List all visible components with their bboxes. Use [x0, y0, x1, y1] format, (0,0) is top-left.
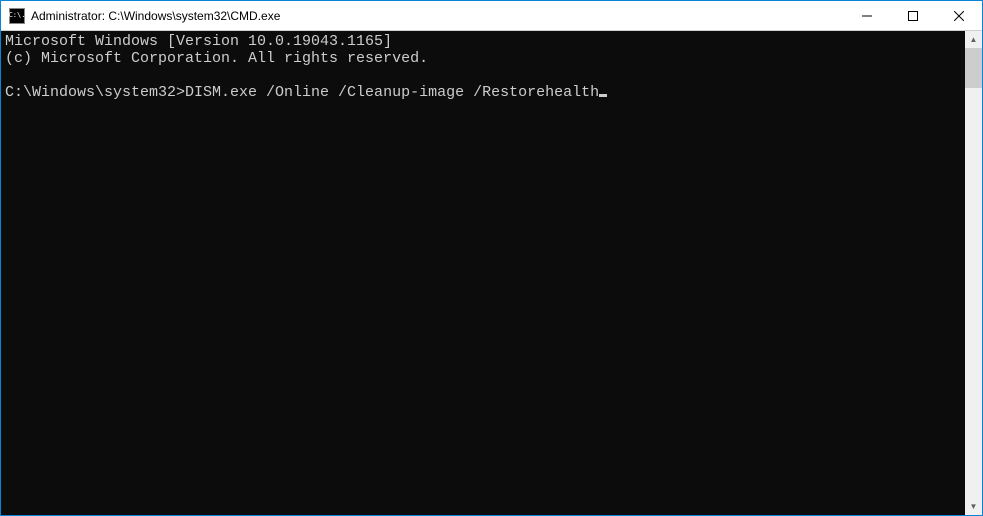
terminal-output[interactable]: Microsoft Windows [Version 10.0.19043.11…	[1, 31, 965, 515]
cursor	[599, 94, 607, 97]
window-controls	[844, 1, 982, 30]
cmd-icon: C:\.	[9, 8, 25, 24]
version-line: Microsoft Windows [Version 10.0.19043.11…	[5, 33, 392, 50]
command-input[interactable]: DISM.exe /Online /Cleanup-image /Restore…	[185, 84, 599, 101]
scroll-thumb[interactable]	[965, 48, 982, 88]
cmd-window: C:\. Administrator: C:\Windows\system32\…	[0, 0, 983, 516]
minimize-icon	[862, 11, 872, 21]
copyright-line: (c) Microsoft Corporation. All rights re…	[5, 50, 428, 67]
chevron-up-icon: ▲	[970, 35, 978, 44]
minimize-button[interactable]	[844, 1, 890, 30]
close-icon	[954, 11, 964, 21]
close-button[interactable]	[936, 1, 982, 30]
scroll-up-button[interactable]: ▲	[965, 31, 982, 48]
prompt: C:\Windows\system32>	[5, 84, 185, 101]
scroll-down-button[interactable]: ▼	[965, 498, 982, 515]
chevron-down-icon: ▼	[970, 502, 978, 511]
maximize-icon	[908, 11, 918, 21]
terminal-body[interactable]: Microsoft Windows [Version 10.0.19043.11…	[1, 31, 982, 515]
maximize-button[interactable]	[890, 1, 936, 30]
titlebar[interactable]: C:\. Administrator: C:\Windows\system32\…	[1, 1, 982, 31]
window-title: Administrator: C:\Windows\system32\CMD.e…	[31, 9, 844, 23]
vertical-scrollbar[interactable]: ▲ ▼	[965, 31, 982, 515]
